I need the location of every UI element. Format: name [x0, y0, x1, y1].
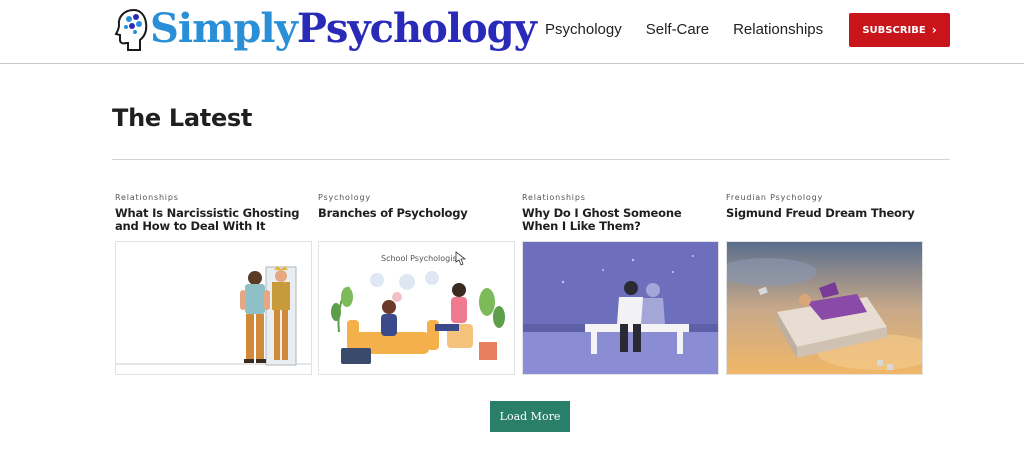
card-image-school-psychologist[interactable]: School Psychologist: [318, 241, 515, 375]
card-title[interactable]: Sigmund Freud Dream Theory: [726, 207, 924, 237]
site-header: SimplyPsychology Psychology Self-Care Re…: [0, 0, 1024, 64]
nav-item-self-care[interactable]: Self-Care: [646, 21, 709, 38]
nav-item-psychology[interactable]: Psychology: [545, 21, 622, 38]
site-logo[interactable]: SimplyPsychology: [114, 4, 537, 54]
logo-word-psychology: Psychology: [296, 5, 537, 52]
article-card[interactable]: Psychology Branches of Psychology School…: [318, 193, 516, 375]
main-nav: Psychology Self-Care Relationships: [545, 21, 823, 38]
logo-word-simply: Simply: [150, 5, 298, 52]
subscribe-button[interactable]: SUBSCRIBE ›: [849, 13, 950, 47]
card-title[interactable]: Why Do I Ghost Someone When I Like Them?: [522, 207, 720, 237]
chevron-right-icon: ›: [931, 23, 937, 37]
image-caption: School Psychologist: [381, 254, 460, 263]
logo-wordmark: SimplyPsychology: [150, 4, 537, 54]
card-title[interactable]: What Is Narcissistic Ghosting and How to…: [115, 207, 313, 237]
man-mirror-illustration: [116, 242, 311, 374]
card-category[interactable]: Relationships: [522, 193, 720, 205]
card-category[interactable]: Relationships: [115, 193, 313, 205]
article-card[interactable]: Relationships Why Do I Ghost Someone Whe…: [522, 193, 720, 375]
school-psychologist-illustration: School Psychologist: [319, 242, 514, 374]
card-title[interactable]: Branches of Psychology: [318, 207, 516, 237]
subscribe-label: SUBSCRIBE: [862, 24, 926, 36]
article-card[interactable]: Relationships What Is Narcissistic Ghost…: [115, 193, 313, 375]
section-title: The Latest: [112, 104, 253, 132]
article-card[interactable]: Freudian Psychology Sigmund Freud Dream …: [726, 193, 924, 375]
couple-on-bench-illustration: [523, 242, 718, 374]
load-more-button[interactable]: Load More: [490, 401, 570, 432]
card-category[interactable]: Psychology: [318, 193, 516, 205]
card-image-mirror[interactable]: [115, 241, 312, 375]
floating-bed-photo: [727, 242, 922, 374]
brain-head-icon: [114, 8, 148, 51]
card-image-couple-bench[interactable]: [522, 241, 719, 375]
section-divider: [112, 159, 950, 160]
nav-item-relationships[interactable]: Relationships: [733, 21, 823, 38]
card-category[interactable]: Freudian Psychology: [726, 193, 924, 205]
card-image-floating-bed[interactable]: [726, 241, 923, 375]
